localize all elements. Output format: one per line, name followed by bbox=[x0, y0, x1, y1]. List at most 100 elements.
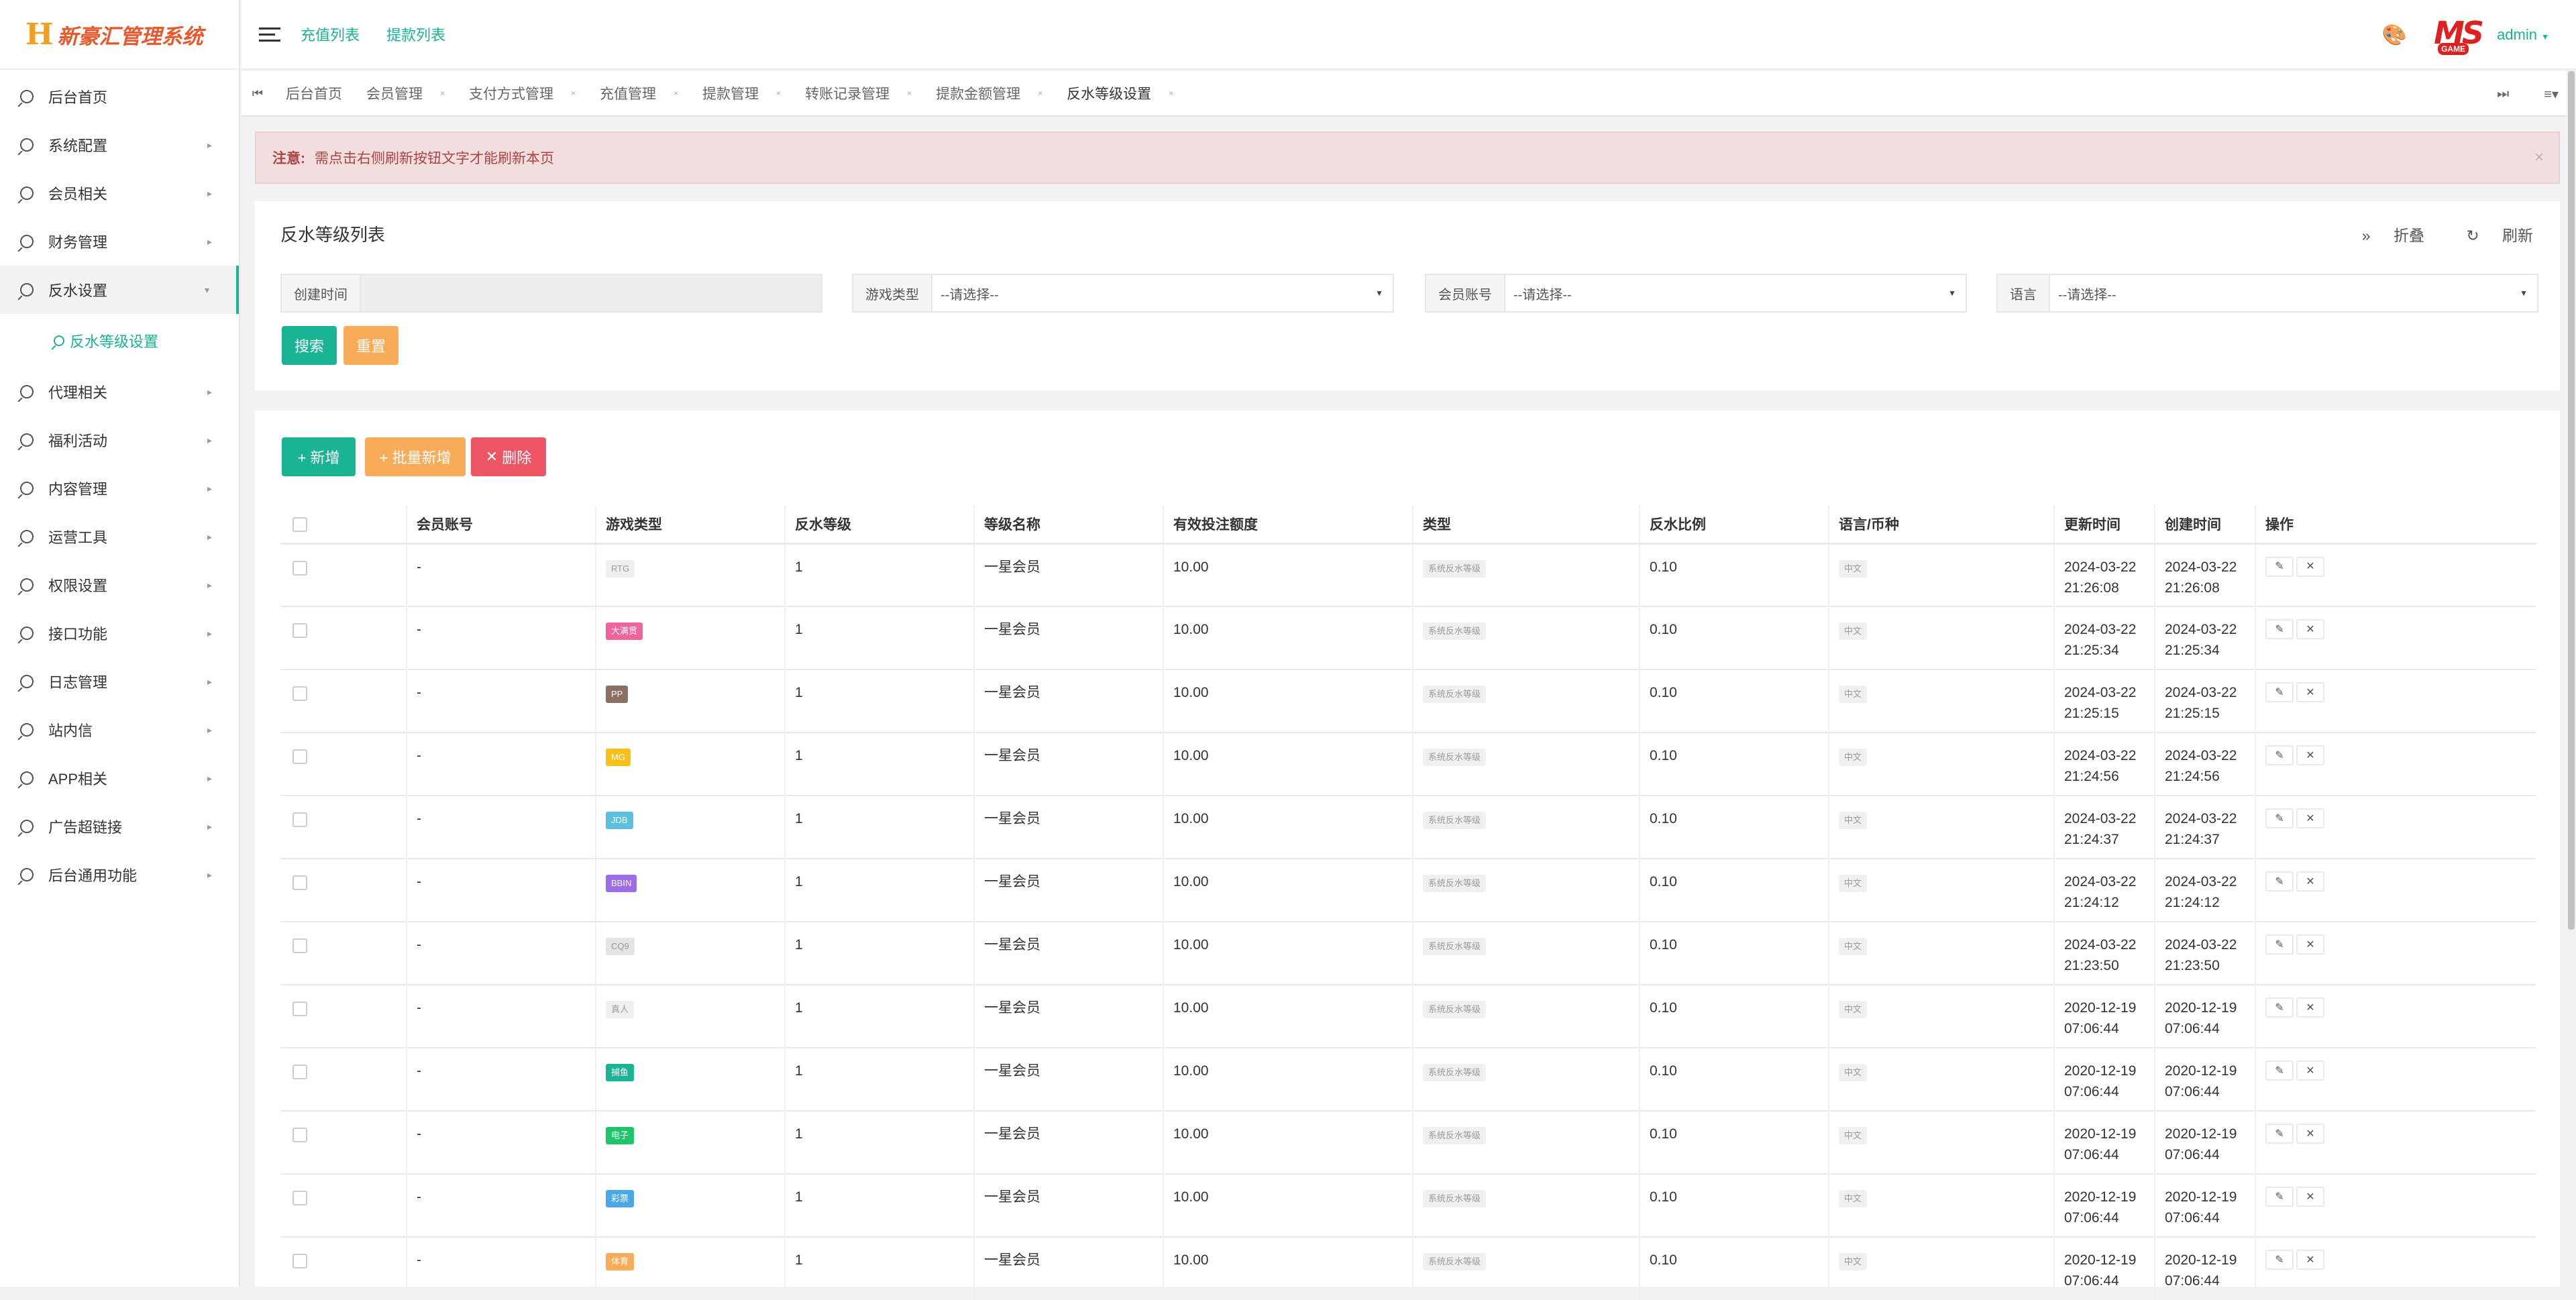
close-icon[interactable]: × bbox=[1169, 89, 1173, 98]
pencil-icon[interactable]: ✎ bbox=[2265, 808, 2294, 828]
table-row[interactable]: - JDB 1 一星会员 10.00 系统反水等级 0.10 中文 2024-03-22 21:2… bbox=[280, 795, 2536, 859]
tab[interactable]: 提款管理 × bbox=[690, 70, 793, 116]
close-icon[interactable]: × bbox=[571, 89, 576, 98]
x-icon[interactable]: ✕ bbox=[2296, 934, 2324, 955]
pencil-icon[interactable]: ✎ bbox=[2265, 997, 2294, 1018]
menu-toggle-icon[interactable] bbox=[259, 23, 280, 46]
x-icon[interactable]: ✕ bbox=[2296, 871, 2324, 891]
delete-button[interactable]: ✕ 删除 bbox=[471, 437, 546, 476]
scrollbar-thumb[interactable] bbox=[2568, 71, 2575, 930]
sidebar-item[interactable]: 内容管理 ▸ bbox=[0, 464, 239, 512]
x-icon[interactable]: ✕ bbox=[2296, 619, 2324, 639]
table-row[interactable]: - PP 1 一星会员 10.00 系统反水等级 0.10 中文 2024-03-22 21:25… bbox=[280, 669, 2536, 733]
sidebar-item[interactable]: 系统配置 ▸ bbox=[0, 121, 239, 169]
pencil-icon[interactable]: ✎ bbox=[2265, 745, 2294, 765]
x-icon[interactable]: ✕ bbox=[2296, 745, 2324, 765]
column-header[interactable]: 反水比例 bbox=[1639, 506, 1829, 545]
row-checkbox[interactable] bbox=[292, 875, 307, 890]
language-select[interactable]: --请选择-- ▼ bbox=[2050, 275, 2537, 311]
column-header[interactable]: 创建时间 bbox=[2154, 506, 2255, 545]
game-type-select[interactable]: --请选择-- ▼ bbox=[932, 275, 1393, 311]
column-header[interactable]: 类型 bbox=[1412, 506, 1640, 545]
sidebar-item[interactable]: 后台首页 bbox=[0, 72, 239, 121]
search-button[interactable]: 搜索 bbox=[282, 326, 337, 365]
sidebar-item[interactable]: APP相关 ▸ bbox=[0, 754, 239, 802]
pencil-icon[interactable]: ✎ bbox=[2265, 1124, 2294, 1144]
column-header[interactable]: 语言/币种 bbox=[1828, 506, 2054, 545]
row-checkbox[interactable] bbox=[292, 1001, 307, 1016]
column-header[interactable]: 游戏类型 bbox=[595, 506, 785, 545]
close-icon[interactable]: × bbox=[907, 89, 912, 98]
tab[interactable]: 充值管理 × bbox=[588, 70, 690, 116]
tab[interactable]: 转账记录管理 × bbox=[793, 70, 924, 116]
close-icon[interactable]: × bbox=[2534, 148, 2544, 167]
tabs-scroll-left-icon[interactable]: ⏮ bbox=[241, 87, 274, 101]
table-row[interactable]: - 电子 1 一星会员 10.00 系统反水等级 0.10 中文 2020-12-19 07:06… bbox=[280, 1110, 2536, 1174]
table-row[interactable]: - RTG 1 一星会员 10.00 系统反水等级 0.10 中文 2024-03-22 21:2… bbox=[280, 543, 2536, 606]
sidebar-item[interactable]: 广告超链接 ▸ bbox=[0, 802, 239, 851]
select-all-checkbox[interactable] bbox=[292, 517, 307, 533]
batch-add-button[interactable]: + 批量新增 bbox=[365, 437, 466, 476]
sidebar-item[interactable]: 福利活动 ▸ bbox=[0, 416, 239, 464]
tabs-scroll-right-icon[interactable]: ⏭ bbox=[2479, 87, 2526, 102]
row-checkbox[interactable] bbox=[292, 1065, 307, 1079]
sidebar-item[interactable]: 运营工具 ▸ bbox=[0, 512, 239, 561]
page-scrollbar[interactable] bbox=[2567, 71, 2576, 1287]
table-row[interactable]: - 大满贯 1 一星会员 10.00 系统反水等级 0.10 中文 2024-03-22 21:2… bbox=[280, 606, 2536, 669]
sidebar-item[interactable]: 后台通用功能 ▸ bbox=[0, 851, 239, 899]
sidebar-item[interactable]: 代理相关 ▸ bbox=[0, 368, 239, 416]
x-icon[interactable]: ✕ bbox=[2296, 682, 2324, 702]
sidebar-item[interactable]: 日志管理 ▸ bbox=[0, 657, 239, 706]
close-icon[interactable]: × bbox=[440, 89, 445, 98]
sidebar-item[interactable]: 接口功能 ▸ bbox=[0, 609, 239, 657]
row-checkbox[interactable] bbox=[292, 812, 307, 827]
table-row[interactable]: - 体育 1 一星会员 10.00 系统反水等级 0.10 中文 2020-12-19 07:06… bbox=[280, 1236, 2536, 1300]
collapse-button[interactable]: » 折叠 bbox=[2343, 227, 2424, 244]
sidebar-item[interactable]: 权限设置 ▸ bbox=[0, 561, 239, 609]
row-checkbox[interactable] bbox=[292, 749, 307, 764]
close-icon[interactable]: × bbox=[776, 89, 781, 98]
pencil-icon[interactable]: ✎ bbox=[2265, 1061, 2294, 1081]
pencil-icon[interactable]: ✎ bbox=[2265, 682, 2294, 702]
tab[interactable]: 后台首页 bbox=[274, 70, 354, 116]
created-time-input[interactable] bbox=[361, 275, 821, 311]
column-header[interactable]: 会员账号 bbox=[406, 506, 596, 545]
x-icon[interactable]: ✕ bbox=[2296, 1250, 2324, 1270]
tab[interactable]: 反水等级设置 × bbox=[1055, 70, 1185, 116]
top-link-recharge[interactable]: 充值列表 bbox=[301, 23, 360, 45]
sidebar-subitem-rebate-level[interactable]: 反水等级设置 bbox=[0, 314, 239, 368]
tab[interactable]: 提款金额管理 × bbox=[924, 70, 1055, 116]
tab[interactable]: 会员管理 × bbox=[354, 70, 457, 116]
table-row[interactable]: - MG 1 一星会员 10.00 系统反水等级 0.10 中文 2024-03-22 21:24… bbox=[280, 732, 2536, 796]
table-row[interactable]: - 彩票 1 一星会员 10.00 系统反水等级 0.10 中文 2020-12-19 07:06… bbox=[280, 1173, 2536, 1237]
sidebar-item[interactable]: 反水设置 ▾ bbox=[0, 266, 239, 314]
table-row[interactable]: - 捕鱼 1 一星会员 10.00 系统反水等级 0.10 中文 2020-12-19 07:06… bbox=[280, 1047, 2536, 1111]
logo[interactable]: H 新豪汇管理系统 bbox=[0, 0, 239, 70]
pencil-icon[interactable]: ✎ bbox=[2265, 934, 2294, 955]
row-checkbox[interactable] bbox=[292, 1191, 307, 1205]
sidebar-item[interactable]: 站内信 ▸ bbox=[0, 706, 239, 754]
row-checkbox[interactable] bbox=[292, 560, 307, 576]
row-checkbox[interactable] bbox=[292, 938, 307, 953]
table-row[interactable]: - 真人 1 一星会员 10.00 系统反水等级 0.10 中文 2020-12-19 07:06… bbox=[280, 984, 2536, 1048]
add-button[interactable]: + 新增 bbox=[282, 437, 356, 476]
column-header[interactable]: 有效投注额度 bbox=[1163, 506, 1413, 545]
x-icon[interactable]: ✕ bbox=[2296, 1187, 2324, 1207]
x-icon[interactable]: ✕ bbox=[2296, 1124, 2324, 1144]
pencil-icon[interactable]: ✎ bbox=[2265, 1250, 2294, 1270]
column-header[interactable]: 等级名称 bbox=[973, 506, 1163, 545]
sidebar-item[interactable]: 会员相关 ▸ bbox=[0, 169, 239, 217]
row-checkbox[interactable] bbox=[292, 1254, 307, 1268]
close-icon[interactable]: × bbox=[1038, 89, 1042, 98]
table-row[interactable]: - BBIN 1 一星会员 10.00 系统反水等级 0.10 中文 2024-03-22 21:… bbox=[280, 858, 2536, 922]
column-header[interactable]: 反水等级 bbox=[784, 506, 974, 545]
x-icon[interactable]: ✕ bbox=[2296, 1061, 2324, 1081]
table-row[interactable]: - CQ9 1 一星会员 10.00 系统反水等级 0.10 中文 2024-03-22 21:2… bbox=[280, 921, 2536, 985]
palette-icon[interactable]: 🎨 bbox=[2382, 23, 2407, 47]
row-checkbox[interactable] bbox=[292, 1128, 307, 1142]
reset-button[interactable]: 重置 bbox=[343, 326, 398, 365]
x-icon[interactable]: ✕ bbox=[2296, 808, 2324, 828]
sidebar-item[interactable]: 财务管理 ▸ bbox=[0, 217, 239, 266]
pencil-icon[interactable]: ✎ bbox=[2265, 619, 2294, 639]
top-link-withdraw[interactable]: 提款列表 bbox=[386, 23, 445, 45]
